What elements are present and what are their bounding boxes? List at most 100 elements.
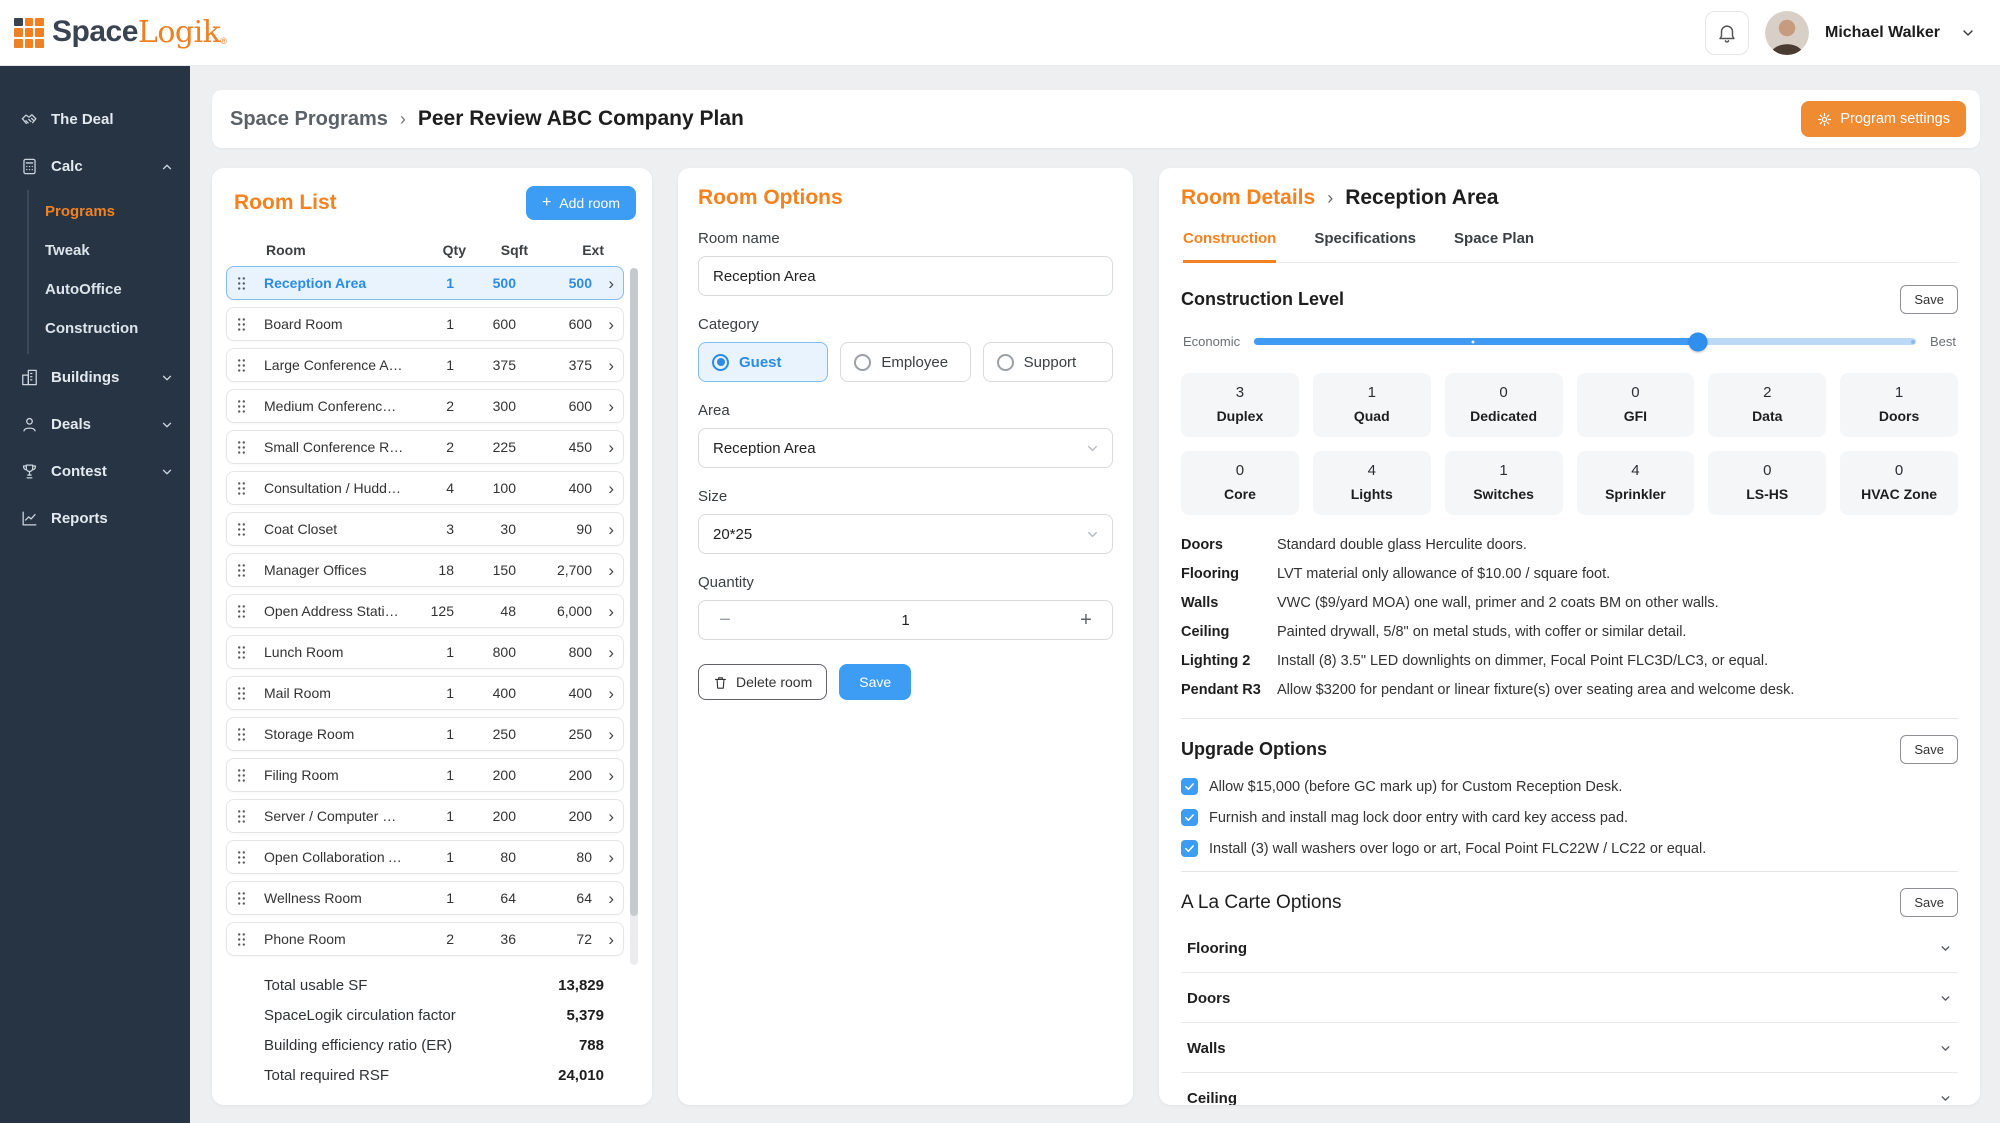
room-list-scrollbar-thumb[interactable] [630, 268, 638, 916]
a-la-carte-accordion-row[interactable]: Ceiling [1181, 1073, 1958, 1105]
room-row[interactable]: Coat Closet 3 30 90 › [226, 512, 624, 546]
drag-handle-icon[interactable] [236, 399, 260, 414]
room-name-input[interactable] [698, 256, 1113, 296]
drag-handle-icon[interactable] [236, 563, 260, 578]
room-sqft: 200 [458, 767, 516, 783]
sidebar-subitem[interactable]: Construction [29, 309, 190, 348]
add-room-button[interactable]: + Add room [526, 186, 636, 220]
drag-handle-icon[interactable] [236, 768, 260, 783]
sidebar-subitem[interactable]: Programs [29, 192, 190, 231]
brand-logo[interactable]: SpaceLogik® [14, 15, 227, 50]
category-radio-option[interactable]: Support [983, 342, 1113, 382]
drag-handle-icon[interactable] [236, 891, 260, 906]
sidebar-subitem[interactable]: Tweak [29, 231, 190, 270]
room-details-tab[interactable]: Space Plan [1454, 230, 1534, 263]
room-row[interactable]: Wellness Room 1 64 64 › [226, 881, 624, 915]
room-qty: 4 [408, 480, 454, 496]
quantity-decrease-button[interactable]: − [713, 609, 737, 632]
drag-handle-icon[interactable] [236, 317, 260, 332]
sidebar-item-the-deal[interactable]: The Deal [0, 96, 190, 143]
room-name: Manager Offices [264, 562, 404, 578]
slider-track[interactable] [1254, 338, 1916, 345]
room-row[interactable]: Lunch Room 1 800 800 › [226, 635, 624, 669]
room-row[interactable]: Board Room 1 600 600 › [226, 307, 624, 341]
room-row[interactable]: Server / Computer Room 1 200 200 › [226, 799, 624, 833]
sidebar-item-reports[interactable]: Reports [0, 495, 190, 542]
sidebar-item-deals[interactable]: Deals [0, 401, 190, 448]
size-label: Size [698, 488, 1113, 505]
total-label: SpaceLogik circulation factor [264, 1007, 456, 1024]
room-row[interactable]: Small Conference Room 2 225 450 › [226, 430, 624, 464]
drag-handle-icon[interactable] [236, 809, 260, 824]
category-radio-option[interactable]: Employee [840, 342, 970, 382]
room-qty: 1 [408, 357, 454, 373]
category-radio-option[interactable]: Guest [698, 342, 828, 382]
room-ext: 500 [520, 275, 592, 291]
total-value: 5,379 [566, 1007, 604, 1024]
sidebar-item-buildings[interactable]: Buildings [0, 354, 190, 401]
drag-handle-icon[interactable] [236, 850, 260, 865]
room-list-scrollbar-track[interactable] [630, 268, 638, 965]
drag-handle-icon[interactable] [236, 645, 260, 660]
quantity-increase-button[interactable]: + [1074, 609, 1098, 632]
room-row[interactable]: Phone Room 2 36 72 › [226, 922, 624, 956]
upgrade-options-save-button[interactable]: Save [1900, 735, 1958, 764]
construction-level-handle[interactable] [1688, 332, 1707, 351]
drag-handle-icon[interactable] [236, 727, 260, 742]
stat-value: 0 [1712, 462, 1822, 479]
a-la-carte-accordion-row[interactable]: Flooring [1181, 923, 1958, 973]
room-ext: 200 [520, 808, 592, 824]
room-row[interactable]: Open Address Stations 125 48 6,000 › [226, 594, 624, 628]
room-row[interactable]: Large Conference Area 1 375 375 › [226, 348, 624, 382]
room-row[interactable]: Medium Conference Room 2 300 600 › [226, 389, 624, 423]
sidebar-item-contest[interactable]: Contest [0, 448, 190, 495]
user-menu-caret[interactable] [1960, 25, 1976, 41]
gear-icon [1817, 112, 1832, 127]
room-row[interactable]: Reception Area 1 500 500 › [226, 266, 624, 300]
construction-level-title: Construction Level [1181, 289, 1344, 310]
drag-handle-icon[interactable] [236, 440, 260, 455]
room-row[interactable]: Storage Room 1 250 250 › [226, 717, 624, 751]
room-row[interactable]: Mail Room 1 400 400 › [226, 676, 624, 710]
room-name: Open Collaboration Area [264, 849, 404, 865]
drag-handle-icon[interactable] [236, 276, 260, 291]
construction-level-save-button[interactable]: Save [1900, 285, 1958, 314]
drag-handle-icon[interactable] [236, 481, 260, 496]
program-settings-button[interactable]: Program settings [1801, 101, 1966, 137]
room-options-save-button[interactable]: Save [839, 664, 911, 700]
room-details-tab[interactable]: Specifications [1314, 230, 1416, 263]
size-select[interactable]: 20*25 [698, 514, 1113, 554]
drag-handle-icon[interactable] [236, 686, 260, 701]
sidebar-item-calc[interactable]: Calc [0, 143, 190, 190]
room-row[interactable]: Filing Room 1 200 200 › [226, 758, 624, 792]
buildings-icon [20, 368, 39, 387]
chevron-down-icon [1939, 942, 1952, 955]
area-selected-value: Reception Area [713, 440, 816, 457]
a-la-carte-accordion-row[interactable]: Walls [1181, 1023, 1958, 1073]
upgrade-options-title: Upgrade Options [1181, 739, 1327, 760]
breadcrumb-section[interactable]: Space Programs [230, 108, 388, 131]
notifications-button[interactable] [1705, 11, 1749, 55]
room-row[interactable]: Open Collaboration Area 1 80 80 › [226, 840, 624, 874]
spec-description: Install (8) 3.5" LED downlights on dimme… [1277, 653, 1768, 669]
drag-handle-icon[interactable] [236, 932, 260, 947]
a-la-carte-save-button[interactable]: Save [1900, 888, 1958, 917]
radio-icon [854, 354, 871, 371]
checkbox-icon[interactable] [1181, 809, 1198, 826]
chevron-right-icon: › [596, 562, 614, 579]
room-row[interactable]: Consultation / Huddle Ro... 4 100 400 › [226, 471, 624, 505]
a-la-carte-accordion-row[interactable]: Doors [1181, 973, 1958, 1023]
chevron-down-icon [160, 418, 174, 432]
checkbox-icon[interactable] [1181, 778, 1198, 795]
user-avatar[interactable] [1765, 11, 1809, 55]
delete-room-button[interactable]: Delete room [698, 664, 827, 700]
sidebar-subitem[interactable]: AutoOffice [29, 270, 190, 309]
room-row[interactable]: Manager Offices 18 150 2,700 › [226, 553, 624, 587]
drag-handle-icon[interactable] [236, 358, 260, 373]
drag-handle-icon[interactable] [236, 522, 260, 537]
drag-handle-icon[interactable] [236, 604, 260, 619]
checkbox-icon[interactable] [1181, 840, 1198, 857]
construction-stat-card: 0 Dedicated [1445, 373, 1563, 437]
area-select[interactable]: Reception Area [698, 428, 1113, 468]
room-details-tab[interactable]: Construction [1183, 230, 1276, 263]
